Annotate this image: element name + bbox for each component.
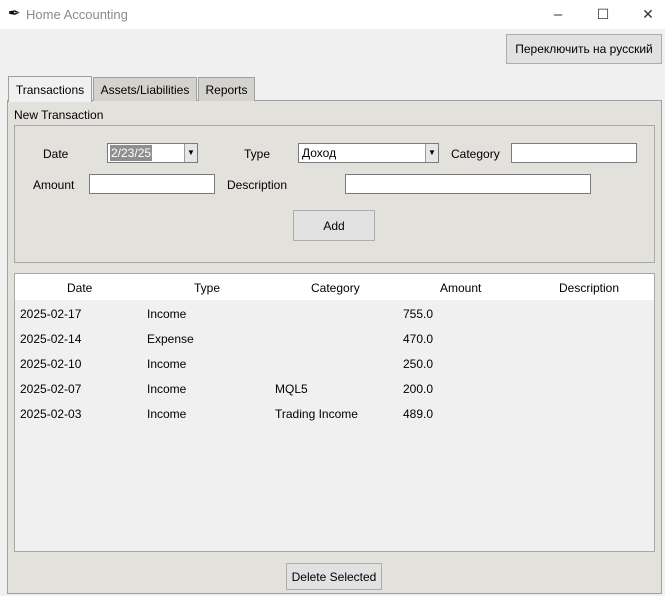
chevron-down-icon[interactable]: ▼ <box>425 144 438 162</box>
maximize-button[interactable]: ☐ <box>583 0 623 29</box>
delete-selected-button[interactable]: Delete Selected <box>286 563 382 590</box>
amount-input[interactable] <box>89 174 215 194</box>
chevron-down-icon[interactable]: ▼ <box>184 144 197 162</box>
type-value: Доход <box>302 146 337 160</box>
cell-amount: 250.0 <box>403 357 434 371</box>
table-row[interactable]: 2025-02-07 Income MQL5 200.0 <box>15 376 654 401</box>
date-picker[interactable]: 2/23/25 ▼ <box>107 143 198 163</box>
table-header: Date Type Category Amount Description <box>15 274 654 300</box>
minimize-button[interactable]: – <box>538 0 578 29</box>
cell-category: Trading Income <box>275 407 358 421</box>
tab-reports[interactable]: Reports <box>198 77 255 101</box>
new-transaction-label: New Transaction <box>14 108 104 122</box>
category-input[interactable] <box>511 143 637 163</box>
cell-date: 2025-02-07 <box>20 382 82 396</box>
cell-amount: 470.0 <box>403 332 434 346</box>
table-row[interactable]: 2025-02-14 Expense 470.0 <box>15 326 654 351</box>
cell-type: Income <box>147 357 187 371</box>
description-input[interactable] <box>345 174 591 194</box>
tab-assets-liabilities[interactable]: Assets/Liabilities <box>93 77 197 101</box>
column-header-description[interactable]: Description <box>559 281 619 295</box>
category-label: Category <box>451 147 500 161</box>
cell-type: Income <box>147 382 187 396</box>
switch-language-button[interactable]: Переключить на русский <box>506 34 662 64</box>
type-label: Type <box>244 147 271 161</box>
cell-amount: 489.0 <box>403 407 434 421</box>
column-header-type[interactable]: Type <box>194 281 220 295</box>
date-label: Date <box>43 147 69 161</box>
cell-amount: 200.0 <box>403 382 434 396</box>
description-label: Description <box>227 178 288 192</box>
column-header-category[interactable]: Category <box>311 281 360 295</box>
table-row[interactable]: 2025-02-17 Income 755.0 <box>15 301 654 326</box>
cell-date: 2025-02-10 <box>20 357 82 371</box>
cell-amount: 755.0 <box>403 307 434 321</box>
table-row[interactable]: 2025-02-10 Income 250.0 <box>15 351 654 376</box>
title-bar: ✒ Home Accounting – ☐ ✕ <box>0 0 665 29</box>
cell-date: 2025-02-03 <box>20 407 82 421</box>
date-value: 2/23/25 <box>110 145 153 161</box>
feather-icon: ✒ <box>8 5 21 22</box>
window-title: Home Accounting <box>26 7 128 22</box>
cell-type: Income <box>147 407 187 421</box>
type-select[interactable]: Доход ▼ <box>298 143 439 163</box>
add-button[interactable]: Add <box>293 210 375 241</box>
cell-type: Expense <box>147 332 194 346</box>
tab-transactions[interactable]: Transactions <box>8 76 92 102</box>
cell-category: MQL5 <box>275 382 308 396</box>
cell-date: 2025-02-17 <box>20 307 82 321</box>
close-button[interactable]: ✕ <box>628 0 665 29</box>
table-row[interactable]: 2025-02-03 Income Trading Income 489.0 <box>15 401 654 426</box>
transactions-table[interactable]: Date Type Category Amount Description 20… <box>14 273 655 552</box>
amount-label: Amount <box>33 178 75 192</box>
cell-type: Income <box>147 307 187 321</box>
column-header-amount[interactable]: Amount <box>440 281 481 295</box>
column-header-date[interactable]: Date <box>67 281 92 295</box>
cell-date: 2025-02-14 <box>20 332 82 346</box>
